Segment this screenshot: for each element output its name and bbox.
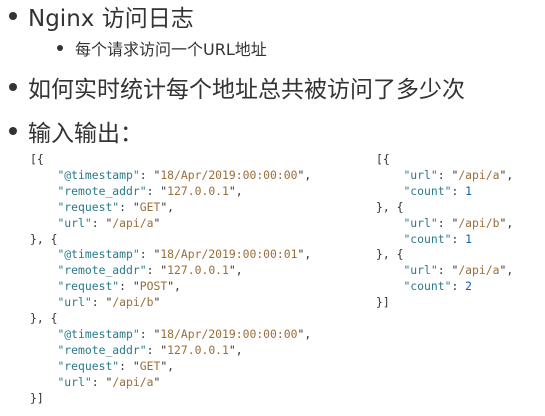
bullet-text: 每个请求访问一个URL地址 (75, 40, 267, 59)
output-json-code-block: [{ "url": "/api/a", "count": 1 }, { "url… (376, 152, 514, 310)
json-key: "remote_addr" (57, 263, 147, 278)
bullet-text: Nginx 访问日志 (28, 6, 194, 32)
input-json-code-block: [{ "@timestamp": "18/Apr/2019:00:00:00",… (30, 152, 312, 405)
json-value-url: /api/b (112, 295, 154, 310)
bullet-dot (57, 45, 63, 51)
json-key: "count" (403, 231, 452, 246)
json-value-count: 2 (465, 279, 473, 294)
json-key: "remote_addr" (57, 342, 147, 357)
json-key: "@timestamp" (57, 326, 140, 341)
bullet-input-output: 输入输出： (0, 113, 143, 149)
json-value-remote-addr: 127.0.0.1 (167, 342, 229, 357)
json-value-url: /api/a (112, 215, 154, 230)
json-key: "@timestamp" (57, 247, 140, 262)
json-value-remote-addr: 127.0.0.1 (167, 183, 229, 198)
json-value-url: /api/a (458, 263, 500, 278)
json-value-url: /api/b (458, 215, 500, 230)
json-key: "url" (57, 215, 92, 230)
bullet-text: 输入输出： (28, 121, 143, 147)
json-key: "count" (403, 183, 452, 198)
json-value-request: GET (139, 199, 161, 214)
bullet-dot (9, 83, 17, 91)
json-key: "url" (403, 215, 438, 230)
json-value-count: 1 (465, 231, 473, 246)
json-key: "count" (403, 279, 452, 294)
bullet-dot (9, 127, 17, 135)
json-value-count: 1 (465, 183, 473, 198)
json-key: "request" (57, 199, 120, 214)
json-key: "url" (57, 295, 92, 310)
json-key: "request" (57, 358, 120, 373)
json-key: "request" (57, 279, 120, 294)
json-value-timestamp: 18/Apr/2019:00:00:00 (160, 167, 298, 182)
json-key: "@timestamp" (57, 167, 140, 182)
sub-bullet-url-per-request: 每个请求访问一个URL地址 (0, 35, 267, 61)
bullet-text: 如何实时统计每个地址总共被访问了多少次 (28, 77, 465, 103)
json-value-request: GET (139, 358, 161, 373)
json-value-request: POST (139, 279, 168, 294)
bullet-nginx-log: Nginx 访问日志 (0, 0, 194, 32)
json-key: "url" (403, 167, 438, 182)
bullet-dot (9, 12, 17, 20)
json-value-timestamp: 18/Apr/2019:00:00:00 (160, 326, 298, 341)
json-value-url: /api/a (458, 167, 500, 182)
bullet-realtime-count-question: 如何实时统计每个地址总共被访问了多少次 (0, 69, 465, 105)
json-key: "url" (57, 374, 92, 389)
json-value-timestamp: 18/Apr/2019:00:00:01 (160, 247, 298, 262)
json-key: "url" (403, 263, 438, 278)
json-value-url: /api/a (112, 374, 154, 389)
json-key: "remote_addr" (57, 183, 147, 198)
json-value-remote-addr: 127.0.0.1 (167, 263, 229, 278)
